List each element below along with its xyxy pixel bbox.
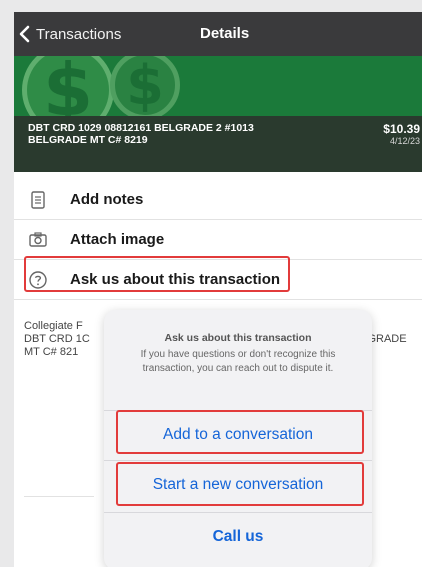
chevron-left-icon — [19, 25, 30, 43]
transaction-description: DBT CRD 1029 08812161 BELGRADE 2 #1013 B… — [28, 122, 328, 146]
transaction-date: 4/12/23 — [389, 136, 420, 146]
add-notes-label: Add notes — [70, 191, 144, 208]
highlight-start-new-conversation — [116, 462, 364, 506]
action-sheet-title: Ask us about this transaction — [164, 332, 312, 344]
highlight-add-to-conversation — [116, 410, 364, 454]
back-button[interactable]: Transactions — [18, 23, 121, 45]
transaction-amount: $10.39 — [383, 122, 420, 136]
notes-icon — [31, 191, 45, 209]
add-notes-row[interactable]: Add notes — [14, 180, 422, 220]
page-title: Details — [200, 25, 250, 42]
highlight-ask-row — [24, 256, 290, 292]
back-label: Transactions — [36, 25, 122, 43]
description-line: DBT CRD 1029 08812161 BELGRADE 2 #1013 — [28, 122, 254, 134]
description-line: BELGRADE MT C# 8219 — [28, 134, 148, 146]
call-us-button[interactable]: Call us — [104, 512, 372, 560]
transaction-header: $ $ DBT CRD 1029 08812161 BELGRADE 2 #10… — [14, 56, 422, 172]
camera-icon — [29, 232, 47, 247]
action-sheet-message: If you have questions or don't recognize… — [140, 349, 336, 374]
divider — [24, 496, 94, 497]
app-frame: Transactions Details $ $ DBT CRD 1029 08… — [14, 12, 422, 567]
attach-image-row[interactable]: Attach image — [14, 220, 422, 260]
attach-image-label: Attach image — [70, 231, 165, 248]
navigation-bar: Transactions Details — [14, 12, 422, 56]
